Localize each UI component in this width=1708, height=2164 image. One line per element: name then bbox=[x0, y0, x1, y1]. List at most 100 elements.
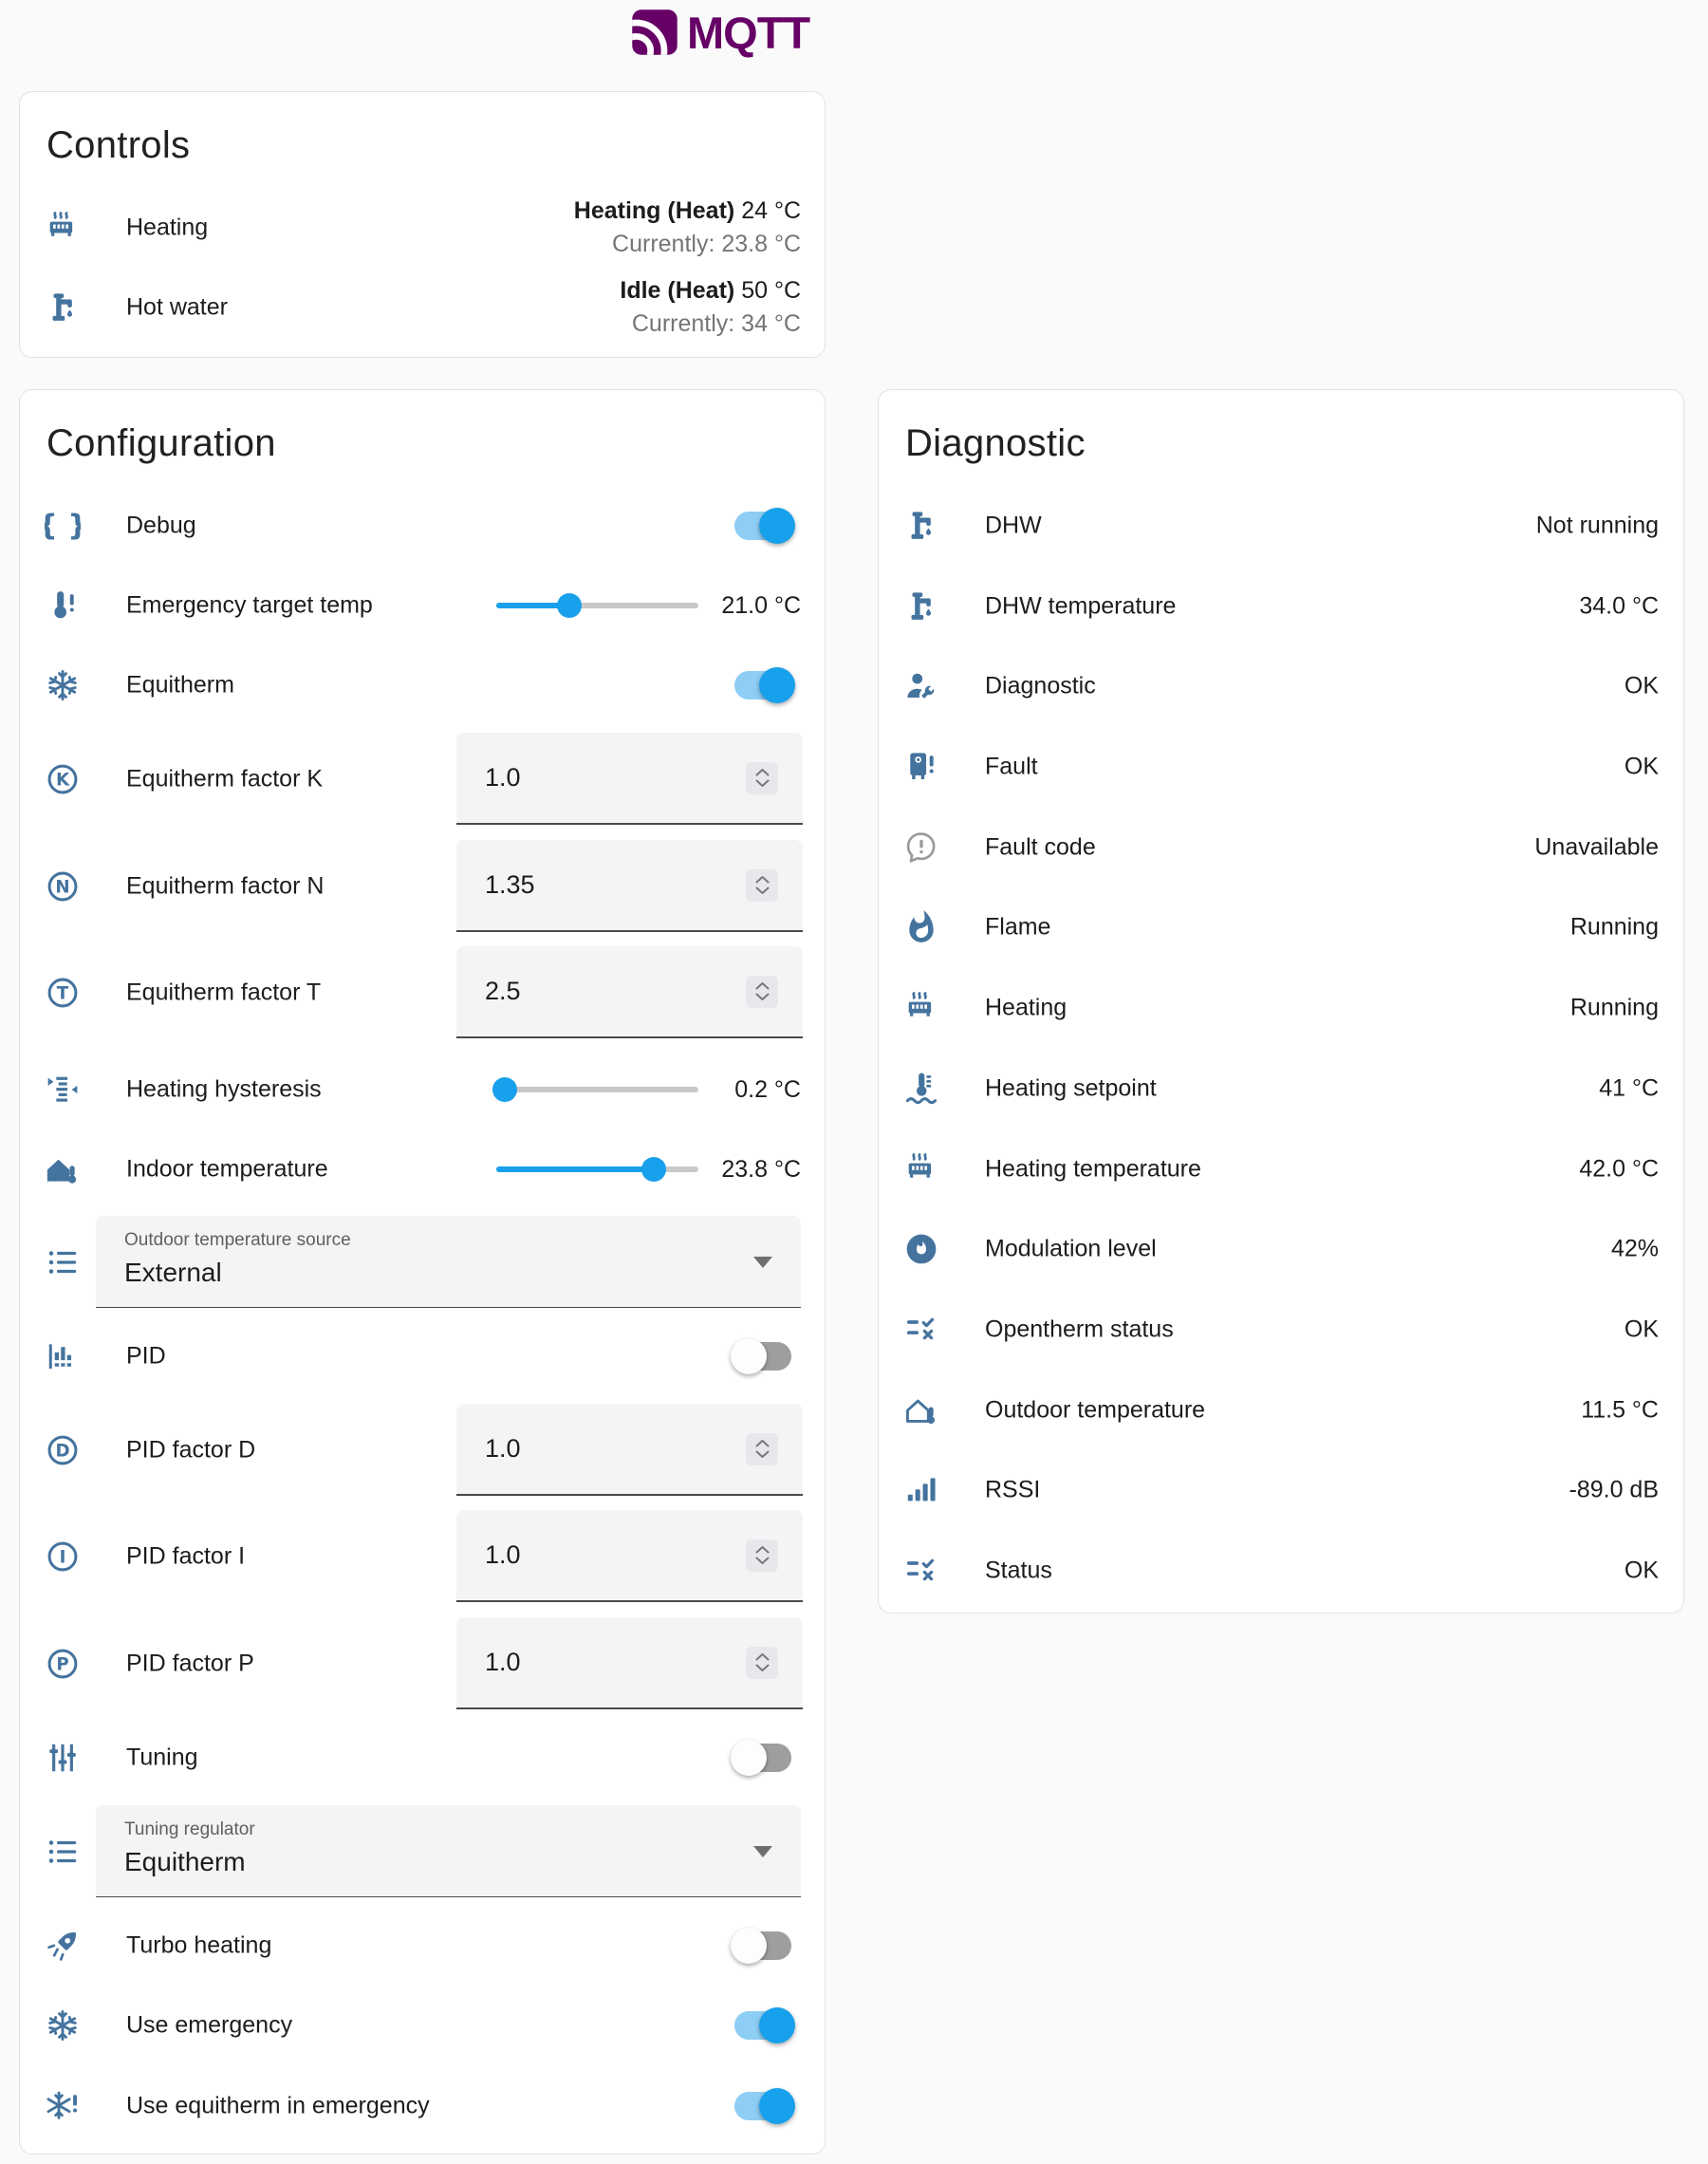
diag-row-heating[interactable]: Heating Running bbox=[879, 970, 1683, 1046]
diag-row-modulation-level[interactable]: Modulation level 42% bbox=[879, 1211, 1683, 1287]
radiator-icon bbox=[903, 1151, 939, 1187]
row-value: 11.5 °C bbox=[1581, 1397, 1659, 1425]
number-stepper[interactable] bbox=[746, 1539, 778, 1572]
number-stepper[interactable] bbox=[746, 762, 778, 794]
row-label: RSSI bbox=[985, 1477, 1040, 1504]
slider-value: 23.8 °C bbox=[721, 1153, 801, 1185]
fire-icon bbox=[903, 909, 939, 945]
tuning-regulator-select[interactable]: Tuning regulator Equitherm bbox=[96, 1805, 801, 1897]
pid-factor-i-input[interactable] bbox=[485, 1510, 722, 1600]
equitherm-toggle[interactable] bbox=[734, 671, 791, 700]
debug-toggle[interactable] bbox=[734, 512, 791, 540]
select-value: External bbox=[124, 1258, 222, 1288]
alpha-k-circle-icon bbox=[45, 761, 81, 797]
row-value: OK bbox=[1624, 754, 1659, 781]
indoor-temperature-slider[interactable] bbox=[496, 1157, 698, 1182]
diag-row-dhw[interactable]: DHW Not running bbox=[879, 488, 1683, 564]
diag-row-opentherm-status[interactable]: Opentherm status OK bbox=[879, 1292, 1683, 1368]
equitherm-factor-t-input[interactable] bbox=[485, 946, 722, 1036]
config-row-pid: PID bbox=[20, 1318, 825, 1394]
equitherm-factor-n-input[interactable] bbox=[485, 840, 722, 930]
row-label: PID factor D bbox=[126, 1436, 255, 1464]
diag-row-flame[interactable]: Flame Running bbox=[879, 889, 1683, 965]
row-label: Opentherm status bbox=[985, 1316, 1174, 1344]
row-label: Fault code bbox=[985, 834, 1096, 862]
row-value: Running bbox=[1570, 995, 1659, 1022]
slider-thumb[interactable] bbox=[492, 1077, 517, 1102]
slider-value: 21.0 °C bbox=[721, 589, 801, 622]
use-emergency-toggle[interactable] bbox=[734, 2011, 791, 2040]
water-pump-icon bbox=[903, 588, 939, 625]
row-label: Equitherm bbox=[126, 672, 234, 700]
tuning-toggle[interactable] bbox=[734, 1744, 791, 1772]
state-current-temp: Currently: 34 °C bbox=[620, 308, 801, 341]
slider-thumb[interactable] bbox=[557, 593, 582, 618]
diag-row-heating-temperature[interactable]: Heating temperature 42.0 °C bbox=[879, 1131, 1683, 1207]
use-equitherm-in-emergency-toggle[interactable] bbox=[734, 2092, 791, 2120]
pid-factor-d-input[interactable] bbox=[485, 1404, 722, 1494]
list-bulleted-icon bbox=[45, 1244, 81, 1280]
pid-toggle[interactable] bbox=[734, 1342, 791, 1371]
message-alert-icon bbox=[903, 830, 939, 866]
signal-icon bbox=[903, 1472, 939, 1508]
select-label: Outdoor temperature source bbox=[124, 1230, 351, 1251]
row-label: PID bbox=[126, 1343, 166, 1371]
row-label: DHW temperature bbox=[985, 593, 1176, 621]
diag-row-fault[interactable]: Fault OK bbox=[879, 729, 1683, 805]
config-row-equitherm-factor-t: Equitherm factor T bbox=[20, 946, 825, 1038]
number-stepper[interactable] bbox=[746, 869, 778, 902]
equitherm-factor-k-input[interactable] bbox=[485, 733, 722, 823]
heating-hysteresis-slider[interactable] bbox=[496, 1077, 698, 1102]
turbo-heating-toggle[interactable] bbox=[734, 1931, 791, 1960]
select-label: Tuning regulator bbox=[124, 1819, 255, 1840]
sun-snowflake-icon bbox=[45, 667, 81, 703]
diag-row-outdoor-temperature[interactable]: Outdoor temperature 11.5 °C bbox=[879, 1372, 1683, 1448]
alpha-t-circle-icon bbox=[45, 975, 81, 1011]
slider-thumb[interactable] bbox=[641, 1157, 666, 1182]
config-row-pid-factor-d: PID factor D bbox=[20, 1404, 825, 1496]
row-label: Outdoor temperature bbox=[985, 1397, 1205, 1425]
control-row-hot-water[interactable]: Hot water Idle (Heat) 50 °C Currently: 3… bbox=[20, 270, 825, 345]
diag-row-fault-code[interactable]: Fault code Unavailable bbox=[879, 810, 1683, 886]
diag-row-heating-setpoint[interactable]: Heating setpoint 41 °C bbox=[879, 1051, 1683, 1127]
outdoor-temperature-source-select[interactable]: Outdoor temperature source External bbox=[96, 1216, 801, 1308]
list-status-icon bbox=[903, 1553, 939, 1589]
diag-row-diagnostic[interactable]: Diagnostic OK bbox=[879, 648, 1683, 724]
water-pump-icon bbox=[903, 508, 939, 544]
number-stepper[interactable] bbox=[746, 1647, 778, 1679]
row-value: 42.0 °C bbox=[1579, 1156, 1659, 1184]
controls-title: Controls bbox=[46, 124, 190, 167]
config-row-tuning-regulator: Tuning regulator Equitherm bbox=[20, 1805, 825, 1897]
row-label: PID factor I bbox=[126, 1542, 245, 1570]
row-value: OK bbox=[1624, 1558, 1659, 1585]
row-label: Equitherm factor K bbox=[126, 765, 323, 793]
equitherm-factor-t-input-box bbox=[456, 946, 803, 1038]
state-target-temp: 24 °C bbox=[741, 197, 801, 224]
control-row-heating[interactable]: Heating Heating (Heat) 24 °C Currently: … bbox=[20, 190, 825, 266]
list-bulleted-icon bbox=[45, 1834, 81, 1870]
pid-factor-p-input-box bbox=[456, 1617, 803, 1709]
emergency-target-temp-slider[interactable] bbox=[496, 593, 698, 618]
climate-state: Heating (Heat) 24 °C Currently: 23.8 °C bbox=[574, 195, 801, 261]
row-label: Use emergency bbox=[126, 2012, 292, 2040]
number-stepper[interactable] bbox=[746, 976, 778, 1008]
alpha-d-circle-icon bbox=[45, 1432, 81, 1468]
equitherm-factor-k-input-box bbox=[456, 733, 803, 825]
number-stepper[interactable] bbox=[746, 1433, 778, 1465]
config-row-pid-factor-p: PID factor P bbox=[20, 1617, 825, 1709]
diag-row-rssi[interactable]: RSSI -89.0 dB bbox=[879, 1452, 1683, 1528]
pid-factor-d-input-box bbox=[456, 1404, 803, 1496]
state-name: Idle (Heat) bbox=[620, 277, 734, 304]
row-label: Heating setpoint bbox=[985, 1075, 1157, 1103]
pid-factor-p-input[interactable] bbox=[485, 1617, 722, 1707]
water-pump-icon bbox=[45, 289, 81, 326]
row-label: Status bbox=[985, 1558, 1052, 1585]
row-label: Emergency target temp bbox=[126, 592, 373, 620]
row-label: Heating temperature bbox=[985, 1156, 1201, 1184]
home-thermometer-icon bbox=[45, 1151, 81, 1187]
diag-row-status[interactable]: Status OK bbox=[879, 1533, 1683, 1609]
row-label: Equitherm factor T bbox=[126, 979, 321, 1006]
row-value: 34.0 °C bbox=[1579, 593, 1659, 621]
row-label: Indoor temperature bbox=[126, 1156, 328, 1184]
diag-row-dhw-temperature[interactable]: DHW temperature 34.0 °C bbox=[879, 569, 1683, 644]
